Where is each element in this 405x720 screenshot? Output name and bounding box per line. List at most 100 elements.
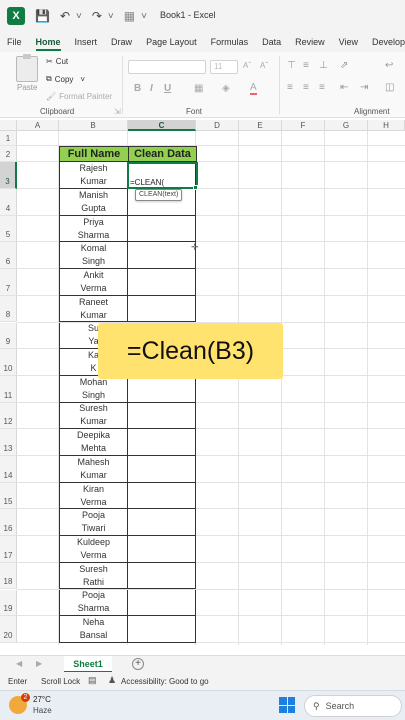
column-header-b[interactable]: B: [59, 120, 128, 131]
underline-button[interactable]: U: [164, 83, 171, 94]
select-all-corner[interactable]: [0, 120, 17, 131]
column-header-d[interactable]: D: [196, 120, 239, 131]
font-color-icon[interactable]: A: [250, 83, 257, 95]
decrease-font-icon[interactable]: Aˇ: [260, 61, 268, 70]
column-header-e[interactable]: E: [239, 120, 282, 131]
next-sheet-icon[interactable]: ▶: [36, 659, 42, 668]
tab-formulas[interactable]: Formulas: [204, 32, 256, 52]
column-header-h[interactable]: H: [368, 120, 405, 131]
full-name-cell[interactable]: Pooja Tiwari: [59, 509, 128, 537]
undo-dropdown-icon[interactable]: ˅: [76, 11, 82, 22]
clean-data-cell[interactable]: [128, 509, 196, 537]
full-name-cell[interactable]: Deepika Mehta: [59, 429, 128, 456]
increase-indent-icon[interactable]: ⇥: [360, 82, 368, 93]
borders-icon[interactable]: ▦: [194, 83, 203, 94]
full-name-cell[interactable]: Ankit Verma: [59, 269, 128, 296]
save-icon[interactable]: 💾: [35, 9, 50, 23]
header-full-name[interactable]: Full Name: [59, 146, 129, 162]
full-name-cell[interactable]: Pooja Sharma: [59, 589, 128, 617]
align-bottom-icon[interactable]: ⊥: [319, 60, 328, 71]
merge-cells-icon[interactable]: ◫: [385, 82, 394, 93]
column-header-c[interactable]: C: [128, 120, 196, 131]
align-center-icon[interactable]: ≡: [303, 82, 309, 93]
row-header-10[interactable]: 10: [0, 349, 17, 376]
full-name-cell[interactable]: Mahesh Kumar: [59, 456, 128, 483]
cell-formula-input[interactable]: =CLEAN(: [130, 178, 164, 187]
row-header-12[interactable]: 12: [0, 402, 17, 430]
row-header-19[interactable]: 19: [0, 589, 17, 617]
spreadsheet-grid[interactable]: A B C D E F G H 1 2 3 4 5 6 7 8 9 10 11 12 13 14 15 16 17 18 19 20 F…: [0, 120, 405, 645]
row-header-16[interactable]: 16: [0, 509, 17, 537]
font-size-select[interactable]: 11: [210, 60, 238, 74]
clean-data-cell[interactable]: [128, 536, 196, 563]
copy-button[interactable]: ⧉ Copy ˅: [46, 74, 85, 84]
column-header-g[interactable]: G: [325, 120, 368, 131]
row-header-17[interactable]: 17: [0, 536, 17, 563]
clean-data-cell[interactable]: [128, 215, 196, 243]
full-name-cell[interactable]: Neha Bansal: [59, 616, 128, 643]
taskbar-search[interactable]: ⚲ Search: [304, 695, 402, 717]
clean-data-cell[interactable]: [128, 375, 196, 403]
full-name-cell[interactable]: Manish Gupta: [59, 189, 128, 216]
row-header-6[interactable]: 6: [0, 242, 17, 270]
add-sheet-button[interactable]: +: [132, 658, 144, 670]
tab-develope[interactable]: Develope: [365, 32, 405, 52]
row-header-2[interactable]: 2: [0, 146, 17, 162]
clean-data-cell[interactable]: [128, 295, 196, 323]
full-name-cell[interactable]: Rajesh Kumar: [59, 162, 128, 189]
accessibility-icon[interactable]: ♟: [108, 675, 116, 686]
tab-review[interactable]: Review: [288, 32, 332, 52]
italic-button[interactable]: I: [150, 83, 153, 94]
clean-data-cell[interactable]: [128, 589, 196, 617]
tab-page-layout[interactable]: Page Layout: [139, 32, 204, 52]
macro-record-icon[interactable]: ▤: [88, 675, 97, 686]
row-header-13[interactable]: 13: [0, 429, 17, 456]
align-middle-icon[interactable]: ≡: [303, 60, 309, 71]
fill-color-icon[interactable]: ◈: [222, 83, 230, 94]
format-painter-button[interactable]: 🖌 Format Painter: [46, 92, 112, 101]
full-name-cell[interactable]: Mohan Singh: [59, 375, 128, 403]
clean-data-cell[interactable]: [128, 482, 196, 510]
full-name-cell[interactable]: Kuldeep Verma: [59, 536, 128, 563]
wrap-text-icon[interactable]: ↩: [385, 60, 393, 71]
row-header-18[interactable]: 18: [0, 562, 17, 590]
full-name-cell[interactable]: Komal Singh: [59, 242, 128, 270]
weather-condition[interactable]: Haze: [33, 706, 52, 715]
align-right-icon[interactable]: ≡: [319, 82, 325, 93]
prev-sheet-icon[interactable]: ◀: [16, 659, 22, 668]
windows-start-icon[interactable]: [279, 697, 295, 713]
function-tooltip[interactable]: CLEAN(text): [135, 189, 183, 201]
tab-home[interactable]: Home: [29, 32, 68, 52]
customize-toolbar-icon[interactable]: ˅: [141, 11, 147, 22]
paste-icon[interactable]: [16, 54, 38, 82]
full-name-cell[interactable]: Kiran Verma: [59, 482, 128, 510]
full-name-cell[interactable]: Suresh Kumar: [59, 402, 128, 430]
fill-handle[interactable]: [193, 185, 198, 190]
row-header-5[interactable]: 5: [0, 215, 17, 243]
tab-view[interactable]: View: [332, 32, 365, 52]
row-header-11[interactable]: 11: [0, 375, 17, 403]
quick-access-icon[interactable]: ▦: [124, 9, 135, 23]
row-header-15[interactable]: 15: [0, 482, 17, 510]
clean-data-cell[interactable]: [128, 402, 196, 430]
full-name-cell[interactable]: Suresh Rathi: [59, 562, 128, 590]
full-name-cell[interactable]: Raneet Kumar: [59, 295, 128, 323]
tab-insert[interactable]: Insert: [68, 32, 105, 52]
tab-data[interactable]: Data: [255, 32, 288, 52]
clean-data-cell[interactable]: [128, 456, 196, 483]
tab-file[interactable]: File: [0, 32, 29, 52]
row-header-8[interactable]: 8: [0, 295, 17, 323]
row-header-4[interactable]: 4: [0, 189, 17, 216]
clean-data-cell[interactable]: [128, 616, 196, 643]
clipboard-launcher-icon[interactable]: ⇲: [114, 107, 121, 116]
undo-icon[interactable]: ↶: [60, 9, 70, 23]
align-left-icon[interactable]: ≡: [287, 82, 293, 93]
column-header-f[interactable]: F: [282, 120, 325, 131]
increase-font-icon[interactable]: Aˆ: [243, 61, 251, 70]
weather-temperature[interactable]: 27°C: [33, 695, 51, 704]
clean-data-cell[interactable]: [128, 429, 196, 456]
cut-button[interactable]: ✂ Cut: [46, 57, 68, 66]
sheet-tab-sheet1[interactable]: Sheet1: [64, 656, 112, 673]
decrease-indent-icon[interactable]: ⇤: [340, 82, 348, 93]
row-header-3[interactable]: 3: [0, 162, 17, 189]
